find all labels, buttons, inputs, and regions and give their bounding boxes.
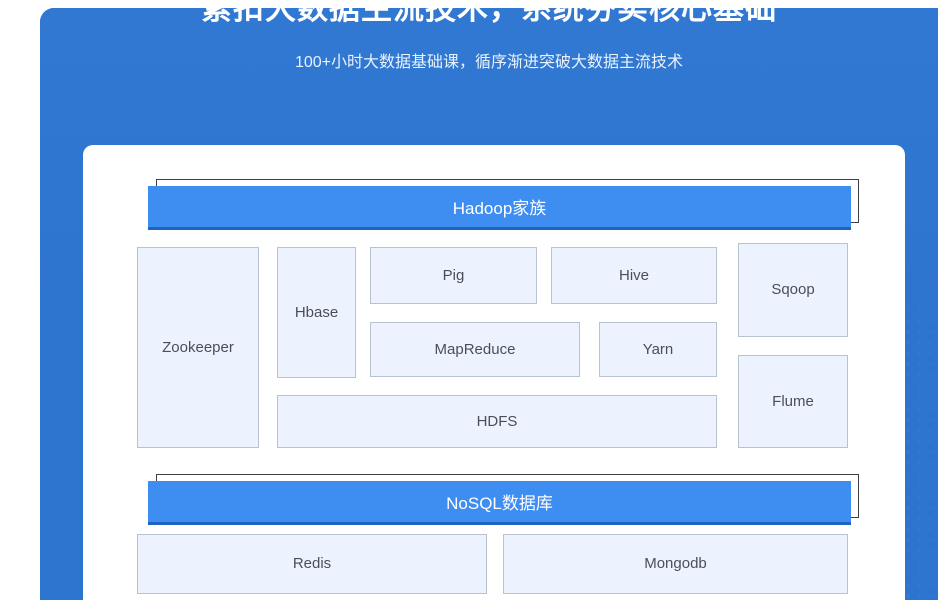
page-stage: 紧扣大数据主流技术，系统夯实核心基础 100+小时大数据基础课，循序渐进突破大数… [0, 0, 938, 600]
component-box-hdfs[interactable]: HDFS [277, 395, 717, 448]
page-subtitle: 100+小时大数据基础课，循序渐进突破大数据主流技术 [294, 54, 684, 71]
banner-nosql-label: NoSQL数据库 [148, 481, 851, 525]
component-label: Sqoop [771, 281, 815, 298]
component-box-pig[interactable]: Pig [370, 247, 537, 304]
component-label: Zookeeper [162, 338, 234, 356]
component-label: Pig [442, 266, 465, 284]
component-box-hive[interactable]: Hive [551, 247, 717, 304]
component-box-redis[interactable]: Redis [137, 534, 487, 594]
component-label: MapReduce [434, 340, 516, 358]
component-label: Yarn [642, 340, 674, 358]
component-label: Mongodb [644, 555, 707, 572]
header: 紧扣大数据主流技术，系统夯实核心基础 100+小时大数据基础课，循序渐进突破大数… [40, 0, 938, 74]
component-box-hbase[interactable]: Hbase [277, 247, 356, 378]
banner-nosql-database[interactable]: NoSQL数据库 [148, 474, 859, 525]
component-label: Hive [618, 266, 649, 284]
component-box-mapreduce[interactable]: MapReduce [370, 322, 580, 377]
component-box-mongodb[interactable]: Mongodb [503, 534, 848, 594]
component-box-sqoop[interactable]: Sqoop [738, 243, 848, 337]
component-label: HDFS [476, 412, 518, 430]
component-label: Hbase [294, 303, 339, 321]
page-title: 紧扣大数据主流技术，系统夯实核心基础 [201, 0, 777, 26]
component-box-zookeeper[interactable]: Zookeeper [137, 247, 259, 448]
component-label: Redis [292, 555, 332, 572]
component-box-yarn[interactable]: Yarn [599, 322, 717, 377]
banner-hadoop-family[interactable]: Hadoop家族 [148, 179, 859, 230]
component-box-flume[interactable]: Flume [738, 355, 848, 448]
diagram-card: Hadoop家族 Zookeeper Hbase Pig Hive MapRed… [83, 145, 905, 600]
banner-hadoop-label: Hadoop家族 [148, 186, 851, 230]
component-label: Flume [772, 392, 814, 410]
